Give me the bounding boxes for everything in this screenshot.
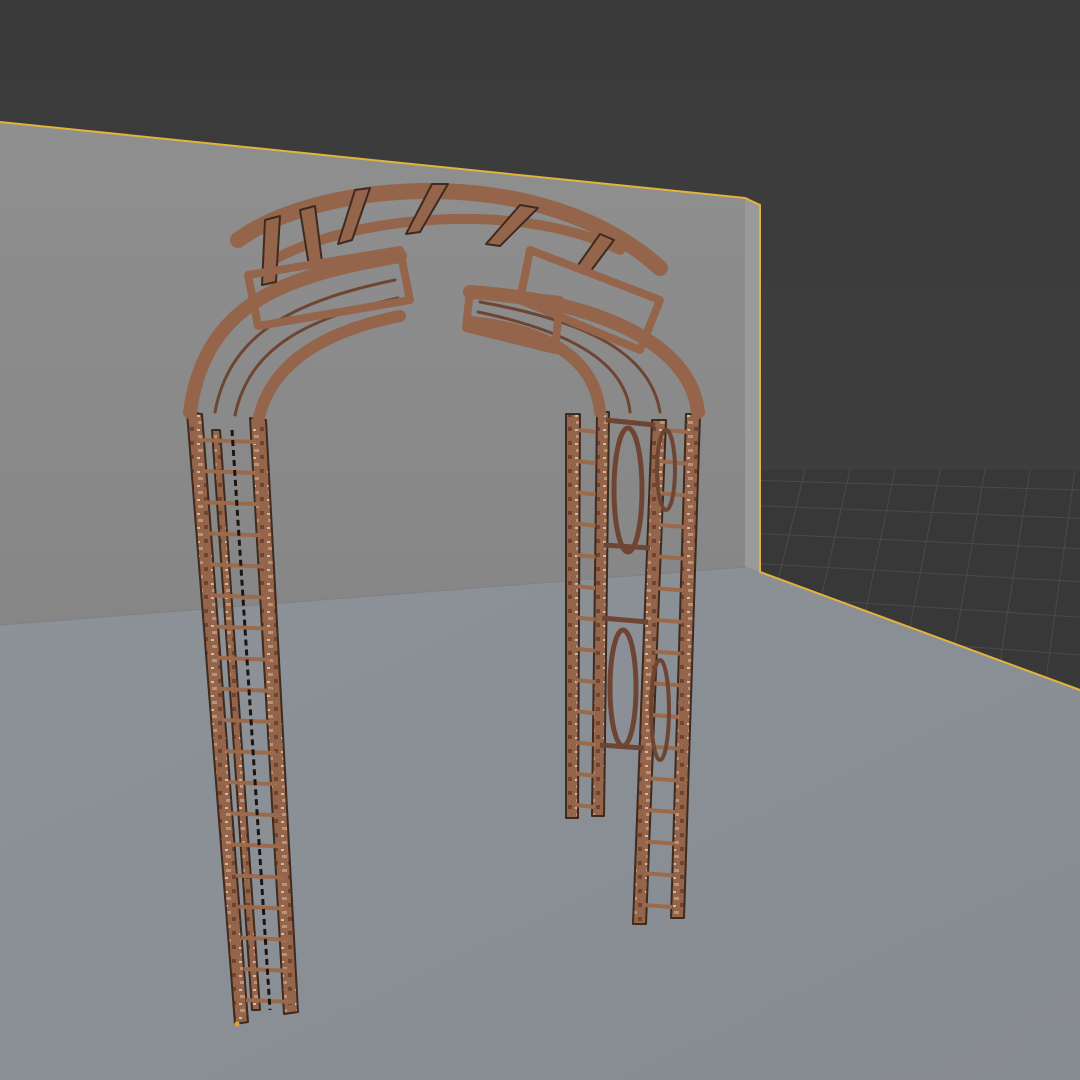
ladder-rung — [205, 500, 261, 507]
ladder-rung — [230, 811, 281, 818]
ladder-rung — [647, 808, 676, 814]
ladder-rung — [207, 531, 263, 538]
ladder-rung — [657, 586, 683, 593]
ladder-rung — [212, 593, 267, 600]
ladder-rung — [235, 873, 285, 880]
ladder-rung — [576, 678, 595, 684]
ladder-rung — [649, 776, 677, 783]
ladder-rung — [220, 686, 273, 693]
ladder-rung — [655, 618, 682, 624]
viewport-scene[interactable] — [0, 0, 1080, 1080]
ladder-rung — [577, 490, 596, 497]
ladder-rung — [576, 709, 595, 716]
ladder-rung — [238, 904, 287, 911]
ladder-rung — [576, 646, 596, 653]
ladder-rung — [576, 740, 595, 747]
ladder-rung — [646, 839, 675, 846]
ladder-rung — [225, 749, 277, 756]
ladder-rung — [202, 469, 259, 476]
ladder-rung — [658, 554, 684, 561]
ladder-rung — [645, 871, 674, 878]
ladder-rung — [228, 780, 279, 787]
ladder-rung — [651, 713, 679, 719]
ladder-rung — [222, 718, 275, 724]
ladder-rung — [654, 649, 681, 656]
ladder-rung — [577, 553, 596, 559]
ladder-rung — [575, 771, 595, 778]
ladder-rung — [659, 523, 685, 529]
ladder-rung — [576, 615, 596, 622]
ladder-rung — [217, 655, 271, 662]
ladder-rung — [199, 438, 257, 444]
ladder-rung — [577, 428, 597, 434]
backdrop-floor — [0, 567, 1080, 1080]
ladder-rung — [577, 459, 597, 466]
backdrop-wall-side — [745, 198, 760, 572]
3d-viewport[interactable] — [0, 0, 1080, 1080]
origin-dot-icon — [234, 1021, 240, 1027]
ladder-rung — [210, 562, 265, 569]
ladder-rung — [575, 803, 595, 809]
ladder-rung — [577, 521, 596, 528]
ladder-rung — [233, 842, 283, 849]
ladder-rung — [576, 584, 596, 591]
ladder-rung — [643, 903, 673, 909]
ladder-rung — [215, 624, 269, 631]
